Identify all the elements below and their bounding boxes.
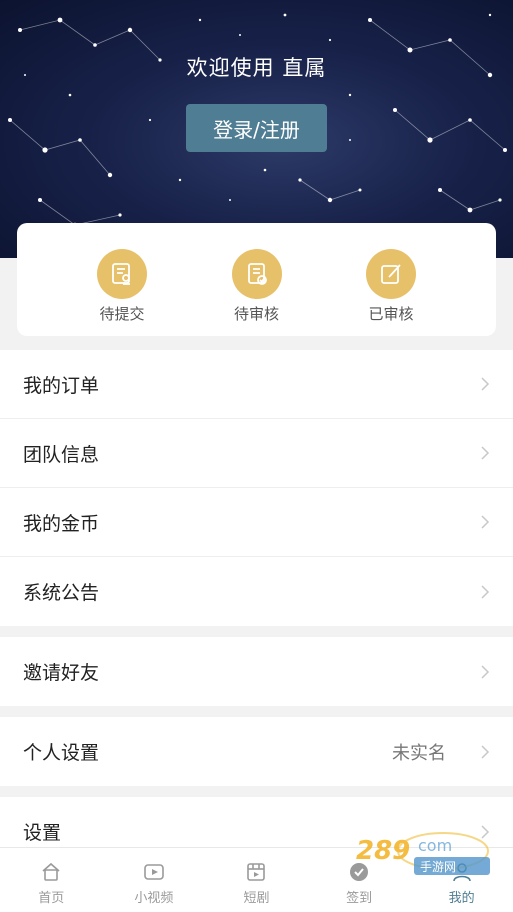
chevron-right-icon — [481, 515, 490, 529]
status-label: 待审核 — [233, 305, 279, 323]
form-stamp-icon — [97, 249, 147, 299]
status-reviewed[interactable]: 已审核 — [326, 223, 456, 336]
menu-item-label: 邀请好友 — [23, 662, 100, 684]
order-status-card: 待提交 待审核 已审核 — [17, 223, 496, 336]
status-pending-submit[interactable]: 待提交 — [57, 223, 187, 336]
menu-group-invite: 邀请好友 — [0, 637, 513, 706]
svg-text:289: 289 — [356, 836, 410, 866]
menu-item-label: 系统公告 — [23, 582, 100, 604]
menu-item-team-info[interactable]: 团队信息 — [0, 419, 513, 488]
document-check-icon — [231, 249, 282, 299]
home-icon — [42, 862, 60, 881]
chevron-right-icon — [481, 584, 490, 599]
chevron-right-icon — [481, 377, 490, 391]
login-register-button[interactable]: 登录/注册 — [186, 104, 327, 152]
edit-pencil-icon — [366, 249, 416, 299]
menu-item-label: 团队信息 — [23, 443, 100, 466]
welcome-text: 欢迎使用 直属 — [186, 56, 327, 80]
svg-text:手游网: 手游网 — [420, 860, 456, 874]
verification-status: 未实名 — [392, 742, 446, 764]
tab-label: 我的 — [448, 891, 475, 906]
menu-item-label: 我的订单 — [23, 374, 100, 397]
menu-item-personal-settings[interactable]: 个人设置 未实名 — [0, 717, 513, 786]
chevron-right-icon — [481, 446, 490, 460]
menu-item-label: 我的金币 — [23, 512, 100, 535]
video-icon — [144, 864, 164, 880]
tab-label: 签到 — [346, 891, 373, 906]
tab-label: 首页 — [38, 891, 65, 906]
menu-item-my-coins[interactable]: 我的金币 — [0, 488, 513, 557]
svg-text:com: com — [418, 836, 452, 855]
chevron-right-icon — [481, 664, 490, 679]
film-icon — [247, 863, 266, 881]
tab-short-drama[interactable]: 短剧 — [205, 848, 308, 912]
menu-item-invite-friends[interactable]: 邀请好友 — [0, 637, 513, 706]
menu-item-announcements[interactable]: 系统公告 — [0, 557, 513, 626]
tab-label: 短剧 — [243, 891, 270, 906]
menu-group-main: 我的订单 团队信息 我的金币 系统公告 — [0, 350, 513, 626]
menu-item-label: 个人设置 — [23, 742, 100, 764]
tab-label: 小视频 — [134, 891, 174, 906]
header-banner: 欢迎使用 直属 登录/注册 — [0, 0, 513, 258]
site-watermark-logo: 289 com 手游网 — [356, 832, 490, 875]
tab-home[interactable]: 首页 — [0, 848, 103, 912]
status-label: 待提交 — [99, 305, 145, 323]
menu-group-profile: 个人设置 未实名 — [0, 717, 513, 786]
status-label: 已审核 — [368, 305, 414, 323]
status-pending-review[interactable]: 待审核 — [192, 223, 322, 336]
tab-short-video[interactable]: 小视频 — [103, 848, 206, 912]
menu-item-my-orders[interactable]: 我的订单 — [0, 350, 513, 419]
chevron-right-icon — [481, 744, 490, 759]
